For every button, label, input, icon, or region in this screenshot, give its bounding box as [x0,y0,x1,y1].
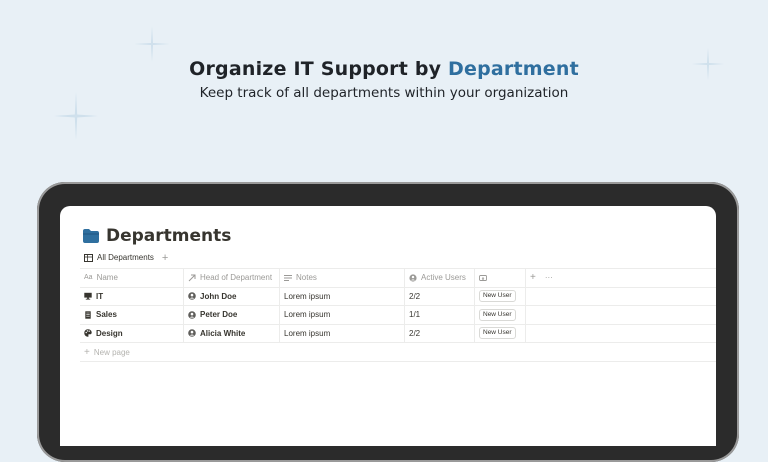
head-cell[interactable]: Alicia White [184,324,280,342]
head-name: Peter Doe [200,310,238,320]
hero-title-accent: Department [448,58,579,80]
page-title: Departments [106,226,232,246]
table-header-row: Aa Name Head of Department Notes Active … [80,268,716,288]
column-header-extra: + ··· [526,269,716,287]
name-cell[interactable]: Sales [80,306,184,324]
plus-icon: + [84,346,90,358]
text-property-icon: Aa [84,274,93,282]
head-cell[interactable]: Peter Doe [184,306,280,324]
column-header-button[interactable] [475,269,526,287]
column-label: Name [96,273,118,283]
user-avatar-icon [188,310,196,319]
table-view-icon [84,253,93,262]
column-header-active-users[interactable]: Active Users [405,269,475,287]
active-users-cell[interactable]: 1/1 [405,306,475,324]
column-header-notes[interactable]: Notes [280,269,405,287]
hero-title: Organize IT Support by Department [0,58,768,80]
palette-icon [84,329,92,337]
department-name: IT [96,291,104,301]
button-cell: New User [475,324,526,342]
new-user-button[interactable]: New User [479,290,516,303]
column-label: Head of Department [200,273,273,283]
department-name: Design [96,328,123,338]
head-name: Alicia White [200,328,246,338]
head-cell[interactable]: John Doe [184,287,280,305]
head-name: John Doe [200,291,237,301]
page-header: Departments [83,226,231,246]
department-name: Sales [96,310,117,320]
monitor-icon [84,293,92,300]
tablet-screen: Departments All Departments + Aa Name He… [60,206,716,446]
header-actions: + ··· [530,272,562,283]
name-cell[interactable]: Design [80,324,184,342]
lines-icon [284,274,292,281]
active-users-cell[interactable]: 2/2 [405,324,475,342]
notes-cell[interactable]: Lorem ipsum [280,324,405,342]
database-table: Aa Name Head of Department Notes Active … [80,268,716,362]
button-cell: New User [475,306,526,324]
notes-cell[interactable]: Lorem ipsum [280,287,405,305]
empty-cell [526,306,716,324]
empty-cell [526,288,716,306]
notes-cell[interactable]: Lorem ipsum [280,306,405,324]
new-page-row[interactable]: + New page [80,343,716,362]
relation-arrow-icon [188,274,196,282]
column-header-head[interactable]: Head of Department [184,269,280,287]
folder-icon [83,229,99,243]
more-options-button[interactable]: ··· [545,273,553,282]
view-tab-all-departments[interactable]: All Departments [97,253,154,262]
new-page-label: New page [93,347,130,357]
name-cell[interactable]: IT [80,287,184,305]
new-user-button[interactable]: New User [479,327,516,340]
table-row[interactable]: IT John Doe Lorem ipsum 2/2 New User [80,287,716,306]
empty-cell [526,325,716,343]
button-property-icon [479,274,487,281]
active-users-cell[interactable]: 2/2 [405,287,475,305]
hero-subtitle: Keep track of all departments within you… [199,85,569,101]
hero-title-text: Organize IT Support by [189,58,449,80]
column-header-name[interactable]: Aa Name [80,269,184,287]
add-column-button[interactable]: + [530,272,536,283]
column-label: Active Users [421,273,466,283]
new-user-button[interactable]: New User [479,308,516,321]
table-row[interactable]: Sales Peter Doe Lorem ipsum 1/1 New User [80,306,716,325]
document-icon [85,311,91,319]
person-circle-icon [409,274,417,282]
table-row[interactable]: Design Alicia White Lorem ipsum 2/2 New … [80,324,716,343]
add-view-button[interactable]: + [162,252,168,263]
view-tabs: All Departments + [84,252,168,263]
user-avatar-icon [188,329,196,338]
user-avatar-icon [188,292,196,301]
column-label: Notes [296,273,317,283]
button-cell: New User [475,287,526,305]
